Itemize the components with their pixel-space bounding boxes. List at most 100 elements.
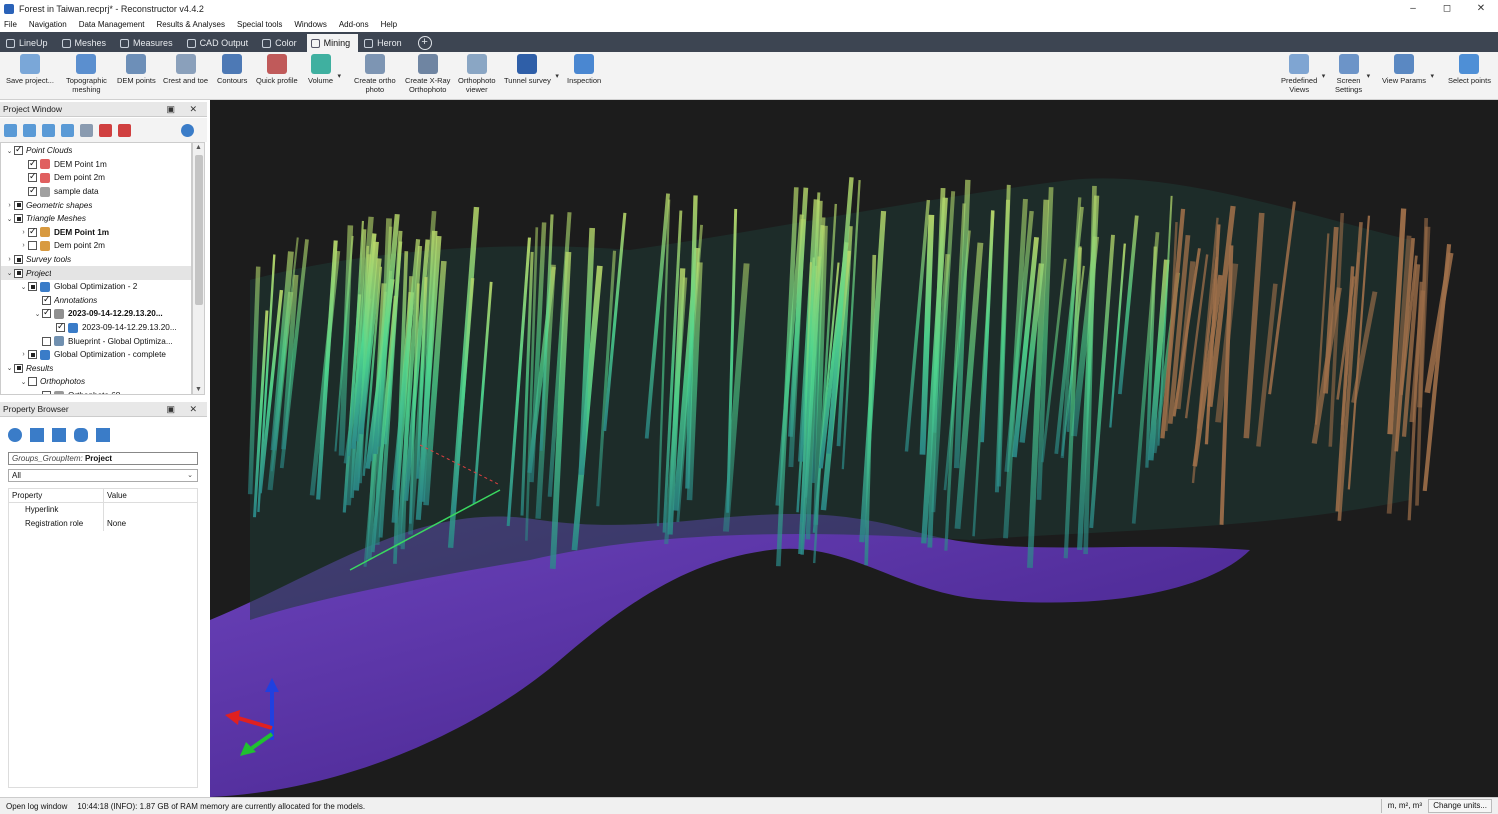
- tree-item-checkbox[interactable]: [28, 350, 37, 360]
- save-project-button[interactable]: Save project...: [6, 54, 54, 86]
- chevron-right-icon[interactable]: ›: [5, 256, 14, 263]
- tree-item[interactable]: Dem point 2m: [1, 171, 191, 185]
- tree-item-checkbox[interactable]: [28, 226, 37, 237]
- tree-item-checkbox[interactable]: [28, 158, 37, 169]
- tree-item-checkbox[interactable]: [14, 255, 23, 265]
- chevron-down-icon[interactable]: ⌄: [5, 364, 14, 372]
- tab-lineup[interactable]: LineUp: [2, 34, 56, 52]
- chevron-right-icon[interactable]: ›: [5, 202, 14, 209]
- import-alt-icon[interactable]: [61, 123, 74, 137]
- tree-item[interactable]: ⌄ Point Clouds: [1, 144, 191, 158]
- chevron-down-icon[interactable]: ⌄: [19, 283, 28, 291]
- create-ortho-photo-button[interactable]: Create ortho photo: [354, 54, 396, 94]
- view-params-button[interactable]: View Params ▾: [1382, 54, 1434, 86]
- open-log-window-link[interactable]: Open log window: [6, 802, 67, 811]
- tab-color[interactable]: Color: [258, 34, 305, 52]
- tree-item[interactable]: Orthophoto 68: [1, 389, 191, 394]
- layer-up-icon[interactable]: [80, 123, 93, 137]
- tree-item-checkbox[interactable]: [56, 321, 65, 333]
- menu-windows[interactable]: Windows: [294, 20, 326, 29]
- volume-dropdown-icon[interactable]: ▾: [338, 72, 342, 80]
- delete-layer-icon[interactable]: [99, 123, 112, 137]
- tree-item[interactable]: › Geometric shapes: [1, 198, 191, 212]
- tree-item[interactable]: › Survey tools: [1, 253, 191, 267]
- tree-item[interactable]: ⌄ 2023-09-14-12.29.13.20...: [1, 307, 191, 321]
- orthophoto-viewer-button[interactable]: Orthophoto viewer: [458, 54, 496, 94]
- inspection-button[interactable]: Inspection: [567, 54, 601, 86]
- chevron-down-icon[interactable]: ⌄: [33, 310, 42, 318]
- 3d-viewport[interactable]: [210, 100, 1498, 797]
- tree-item[interactable]: Blueprint - Global Optimiza...: [1, 334, 191, 348]
- predefined-dropdown-icon[interactable]: ▾: [1322, 72, 1326, 80]
- chevron-right-icon[interactable]: ›: [19, 229, 28, 236]
- chevron-down-icon[interactable]: ⌄: [5, 215, 14, 223]
- tree-item-checkbox[interactable]: [42, 336, 51, 346]
- property-filter-select[interactable]: All ⌄: [8, 469, 198, 482]
- tree-item[interactable]: DEM Point 1m: [1, 158, 191, 172]
- tree-item[interactable]: ⌄ Triangle Meshes: [1, 212, 191, 226]
- tree-item[interactable]: › Global Optimization - complete: [1, 348, 191, 362]
- import-icon[interactable]: [42, 123, 55, 137]
- topographic-meshing-button[interactable]: Topographic meshing: [66, 54, 107, 94]
- chart-icon[interactable]: [52, 428, 66, 442]
- panel-controls[interactable]: ▣ ✕: [166, 104, 203, 115]
- tree-item[interactable]: 2023-09-14-12.29.13.20...: [1, 321, 191, 335]
- tree-item-checkbox[interactable]: [14, 214, 23, 224]
- menu-help[interactable]: Help: [381, 20, 397, 29]
- tree-item-checkbox[interactable]: [28, 171, 37, 183]
- minimize-button[interactable]: –: [1396, 0, 1430, 17]
- screen-settings-button[interactable]: Screen Settings ▾: [1335, 54, 1370, 94]
- tab-meshes[interactable]: Meshes: [58, 34, 115, 52]
- chevron-right-icon[interactable]: ›: [19, 242, 28, 249]
- tree-item-checkbox[interactable]: [28, 241, 37, 251]
- volume-button[interactable]: Volume ▾: [308, 54, 341, 86]
- predefined-views-button[interactable]: Predefined Views ▾: [1281, 54, 1325, 94]
- chevron-down-icon[interactable]: ⌄: [5, 269, 14, 277]
- maximize-button[interactable]: ◻: [1430, 0, 1464, 17]
- tree-item-checkbox[interactable]: [14, 268, 23, 278]
- add-tab-button[interactable]: +: [417, 36, 432, 50]
- globe-icon[interactable]: [8, 428, 22, 442]
- point-cloud-render[interactable]: [210, 100, 1498, 797]
- tab-cad-output[interactable]: CAD Output: [183, 34, 257, 52]
- tree-item-checkbox[interactable]: [28, 282, 37, 292]
- scroll-thumb[interactable]: [195, 155, 203, 305]
- move-up-icon[interactable]: [23, 123, 36, 137]
- panel-controls[interactable]: ▣ ✕: [166, 404, 203, 415]
- property-row-registration-role[interactable]: Registration role None: [9, 517, 197, 531]
- tree-item[interactable]: ⌄ Orthophotos: [1, 375, 191, 389]
- menu-data-management[interactable]: Data Management: [79, 20, 145, 29]
- tunnel-survey-button[interactable]: Tunnel survey ▾: [504, 54, 559, 86]
- change-units-button[interactable]: Change units...: [1428, 799, 1492, 813]
- tree-item-checkbox[interactable]: [42, 294, 51, 305]
- tree-scrollbar[interactable]: ▲ ▼: [192, 142, 205, 395]
- tree-item[interactable]: › DEM Point 1m: [1, 226, 191, 240]
- property-row-hyperlink[interactable]: Hyperlink: [9, 503, 197, 517]
- property-value[interactable]: [104, 503, 107, 517]
- menu-special-tools[interactable]: Special tools: [237, 20, 282, 29]
- close-button[interactable]: ✕: [1464, 0, 1498, 17]
- tree-item[interactable]: › Dem point 2m: [1, 239, 191, 253]
- delete-icon[interactable]: [118, 123, 131, 137]
- tree-item-checkbox[interactable]: [14, 144, 23, 156]
- search-icon[interactable]: [181, 123, 194, 137]
- contours-button[interactable]: Contours: [217, 54, 247, 86]
- tree-item-checkbox[interactable]: [28, 185, 37, 197]
- menu-add-ons[interactable]: Add-ons: [339, 20, 369, 29]
- tree-item[interactable]: sample data: [1, 185, 191, 199]
- quick-profile-button[interactable]: Quick profile: [256, 54, 298, 86]
- menu-navigation[interactable]: Navigation: [29, 20, 67, 29]
- tree-item-checkbox[interactable]: [14, 363, 23, 373]
- chevron-right-icon[interactable]: ›: [19, 351, 28, 358]
- property-value[interactable]: None: [104, 517, 126, 531]
- tunnel-dropdown-icon[interactable]: ▾: [555, 72, 559, 80]
- dem-points-button[interactable]: DEM points: [117, 54, 156, 86]
- chevron-down-icon[interactable]: ⌄: [19, 378, 28, 386]
- tree-item[interactable]: Annotations: [1, 294, 191, 308]
- tree-item[interactable]: ⌄ Global Optimization - 2: [1, 280, 191, 294]
- tree-item-checkbox[interactable]: [28, 377, 37, 387]
- tab-mining[interactable]: Mining: [306, 34, 359, 52]
- scroll-down-icon[interactable]: ▼: [193, 386, 204, 393]
- chevron-down-icon[interactable]: ⌄: [5, 147, 14, 155]
- tab-measures[interactable]: Measures: [116, 34, 181, 52]
